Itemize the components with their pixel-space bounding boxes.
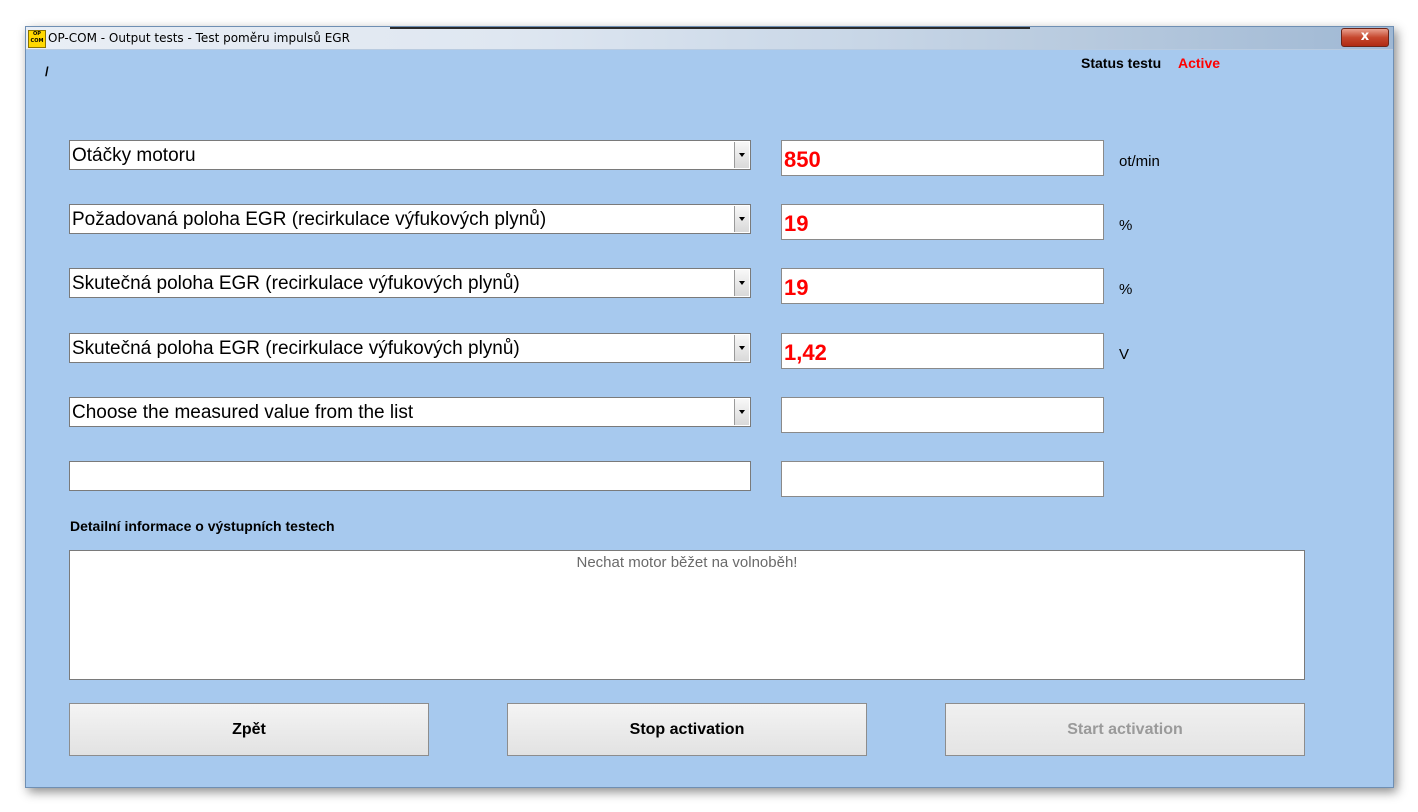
- dropdown-arrow-icon[interactable]: [734, 399, 749, 425]
- dropdown-arrow-icon[interactable]: [734, 206, 749, 232]
- path-marker: /: [45, 64, 49, 79]
- value-field-4: 1,42: [781, 333, 1104, 369]
- back-button[interactable]: Zpět: [69, 703, 429, 756]
- app-window: OP COM OP-COM - Output tests - Test pomě…: [25, 26, 1394, 788]
- start-activation-button[interactable]: Start activation: [945, 703, 1305, 756]
- value-field-2: 19: [781, 204, 1104, 240]
- parameter-select-4[interactable]: Skutečná poloha EGR (recirkulace výfukov…: [69, 333, 751, 363]
- dropdown-arrow-icon[interactable]: [734, 335, 749, 361]
- value-field-2-text: 19: [784, 211, 809, 236]
- op-com-app-icon: OP COM: [28, 30, 46, 48]
- dropdown-arrow-icon[interactable]: [734, 142, 749, 168]
- details-text: Nechat motor běžet na volnoběh!: [576, 554, 798, 571]
- value-field-4-text: 1,42: [784, 340, 827, 365]
- details-label: Detailní informace o výstupních testech: [70, 518, 335, 534]
- title-bar[interactable]: OP COM OP-COM - Output tests - Test pomě…: [26, 27, 1393, 50]
- parameter-select-4-text: Skutečná poloha EGR (recirkulace výfukov…: [72, 338, 520, 359]
- parameter-select-3[interactable]: Skutečná poloha EGR (recirkulace výfukov…: [69, 268, 751, 298]
- parameter-field-6[interactable]: [69, 461, 751, 491]
- status-value: Active: [1178, 55, 1221, 71]
- value-field-1-text: 850: [784, 147, 821, 172]
- parameter-select-1-text: Otáčky motoru: [72, 145, 196, 166]
- parameter-select-2[interactable]: Požadovaná poloha EGR (recirkulace výfuk…: [69, 204, 751, 234]
- unit-label-3: %: [1119, 281, 1133, 298]
- parameter-select-5[interactable]: Choose the measured value from the list: [69, 397, 751, 427]
- status-label: Status testu: [1081, 55, 1162, 71]
- unit-label-1: ot/min: [1119, 153, 1160, 170]
- parameter-select-2-text: Požadovaná poloha EGR (recirkulace výfuk…: [72, 209, 547, 230]
- value-field-3-text: 19: [784, 275, 809, 300]
- parameter-select-5-text: Choose the measured value from the list: [72, 402, 414, 423]
- unit-label-4: V: [1119, 346, 1130, 363]
- details-textarea[interactable]: Nechat motor běžet na volnoběh!: [69, 550, 1305, 680]
- value-field-6: [781, 461, 1104, 497]
- title-bar-highlight: [390, 27, 1030, 29]
- close-button[interactable]: x: [1341, 28, 1389, 47]
- unit-label-2: %: [1119, 217, 1133, 234]
- window-title: OP-COM - Output tests - Test poměru impu…: [48, 31, 350, 45]
- stop-activation-button[interactable]: Stop activation: [507, 703, 867, 756]
- value-field-3: 19: [781, 268, 1104, 304]
- value-field-5: [781, 397, 1104, 433]
- parameter-select-3-text: Skutečná poloha EGR (recirkulace výfukov…: [72, 273, 520, 294]
- parameter-select-1[interactable]: Otáčky motoru: [69, 140, 751, 170]
- value-field-1: 850: [781, 140, 1104, 176]
- dropdown-arrow-icon[interactable]: [734, 270, 749, 296]
